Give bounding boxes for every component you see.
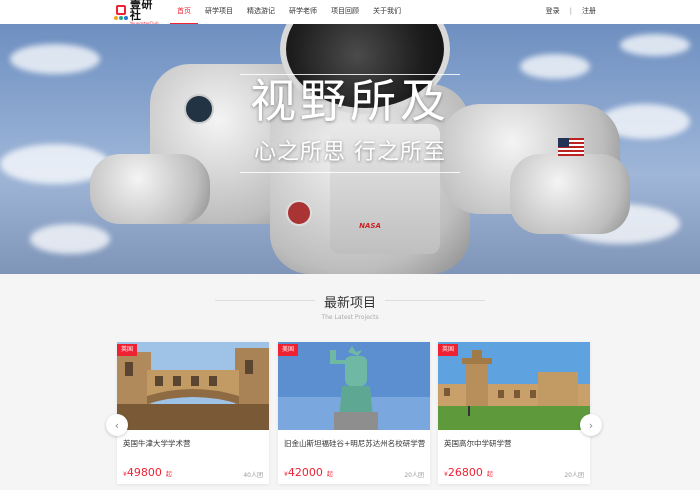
project-name[interactable]: 旧金山斯坦福硅谷+明尼苏达州名校研学营 bbox=[284, 438, 425, 449]
section-subtitle: The Latest Projects bbox=[321, 314, 379, 321]
auth-separator: | bbox=[569, 7, 572, 15]
auth-links: 登录 | 注册 bbox=[546, 0, 596, 24]
project-price: ¥49800 起 bbox=[123, 466, 172, 479]
project-image bbox=[438, 342, 590, 430]
top-header: 壹研社 YoungsterClub 首页 研学项目 精选游记 研学老师 项目回顾… bbox=[0, 0, 700, 25]
group-size: 40人团 bbox=[243, 472, 263, 479]
nav-item-travelogues[interactable]: 精选游记 bbox=[240, 0, 282, 24]
logo-name: 壹研社 bbox=[129, 0, 153, 22]
nav-item-home[interactable]: 首页 bbox=[170, 0, 198, 24]
group-size: 20人团 bbox=[404, 472, 424, 479]
project-card[interactable]: 美国 旧金山斯坦福硅谷+明尼苏达州名校研学营 ¥42000 起 20人团 bbox=[278, 342, 430, 484]
hero-banner[interactable]: NASA 视野所及 心之所思 行之所至 bbox=[0, 24, 700, 274]
project-price: ¥42000 起 bbox=[284, 466, 333, 479]
us-flag-icon bbox=[558, 138, 584, 156]
project-image bbox=[117, 342, 269, 430]
nasa-patch: NASA bbox=[359, 222, 381, 230]
project-name[interactable]: 英国高尔中学研学营 bbox=[444, 438, 512, 449]
section-title: 最新项目 bbox=[323, 296, 376, 311]
site-logo[interactable]: 壹研社 YoungsterClub bbox=[114, 0, 164, 25]
nav-item-review[interactable]: 项目回顾 bbox=[324, 0, 366, 24]
project-name[interactable]: 英国牛津大学学术营 bbox=[123, 438, 191, 449]
nav-item-about[interactable]: 关于我们 bbox=[366, 0, 408, 24]
nav-item-projects[interactable]: 研学项目 bbox=[198, 0, 240, 24]
chevron-right-icon[interactable]: › bbox=[580, 414, 602, 436]
country-tag: 美国 bbox=[278, 344, 299, 356]
hero-text: 视野所及 心之所思 行之所至 bbox=[240, 74, 460, 198]
hero-title: 视野所及 bbox=[250, 74, 450, 128]
login-link[interactable]: 登录 bbox=[546, 0, 560, 24]
group-size: 20人团 bbox=[564, 472, 584, 479]
country-tag: 英国 bbox=[117, 344, 138, 356]
project-card[interactable]: 英国 英国牛津大学学术营 ¥49800 起 40人团 bbox=[117, 342, 269, 484]
chevron-left-icon[interactable]: ‹ bbox=[106, 414, 128, 436]
country-tag: 英国 bbox=[438, 344, 459, 356]
project-image bbox=[278, 342, 430, 430]
main-nav: 首页 研学项目 精选游记 研学老师 项目回顾 关于我们 bbox=[170, 0, 408, 24]
register-link[interactable]: 注册 bbox=[582, 0, 596, 24]
project-price: ¥26800 起 bbox=[444, 466, 493, 479]
project-card[interactable]: 英国 英国高尔中学研学营 ¥26800 起 20人团 bbox=[438, 342, 590, 484]
nav-item-teachers[interactable]: 研学老师 bbox=[282, 0, 324, 24]
hero-subtitle: 心之所思 行之所至 bbox=[254, 140, 446, 165]
logo-icon bbox=[114, 4, 128, 20]
